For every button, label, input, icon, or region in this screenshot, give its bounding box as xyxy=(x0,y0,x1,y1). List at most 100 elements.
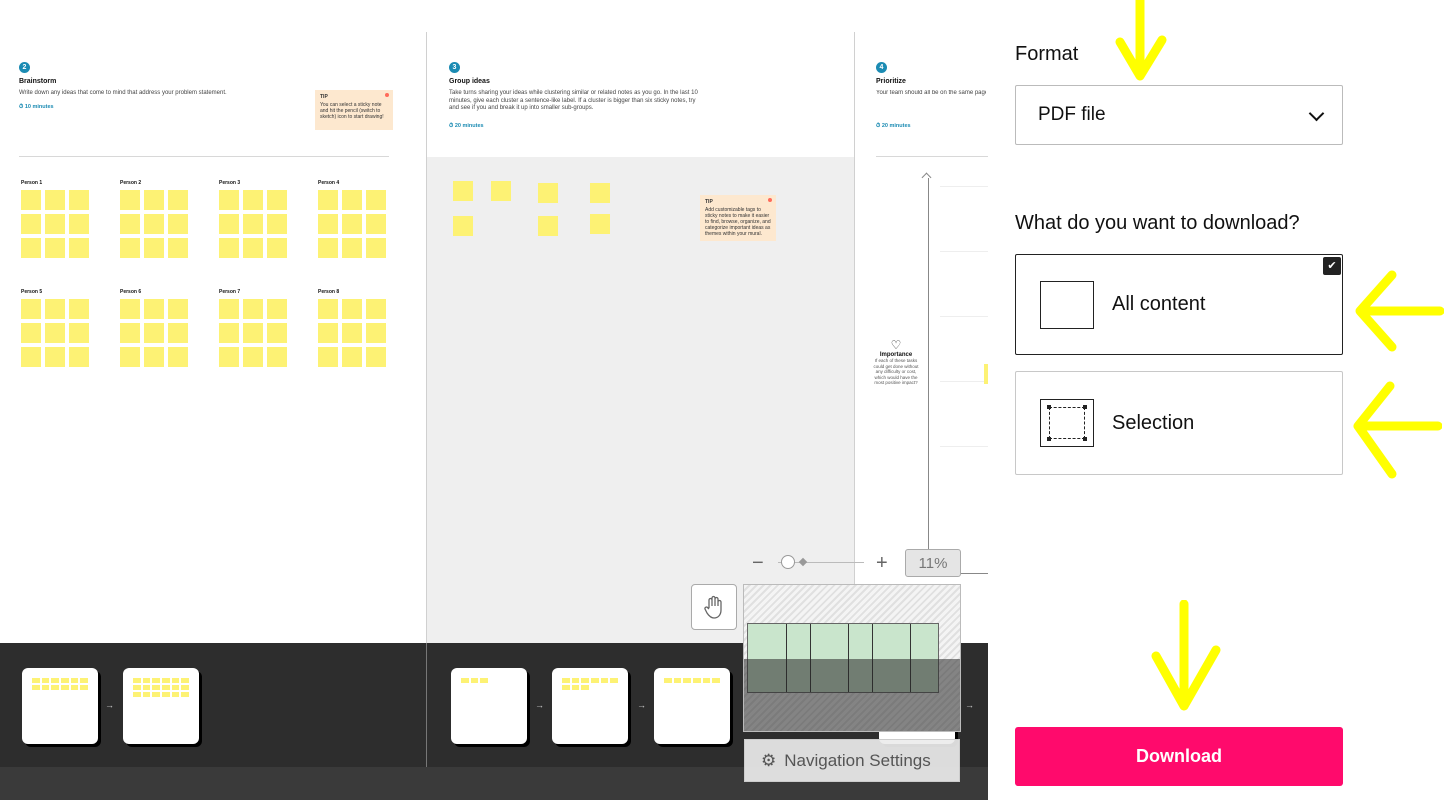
chevron-down-icon xyxy=(1308,105,1325,122)
format-select[interactable]: PDF file xyxy=(1015,85,1343,145)
download-button[interactable]: Download xyxy=(1015,727,1343,786)
selection-icon xyxy=(1040,399,1094,447)
sticky-note[interactable] xyxy=(69,238,89,258)
frame-time: ⏱ 20 minutes xyxy=(449,123,484,129)
importance-axis xyxy=(928,178,929,573)
navigation-settings-button[interactable]: ⚙ Navigation Settings xyxy=(744,739,960,782)
tip-title: TIP xyxy=(705,199,713,205)
sticky-note[interactable] xyxy=(491,181,511,201)
time-text: 20 minutes xyxy=(454,123,484,129)
person-label: Person 5 xyxy=(21,289,43,295)
zoom-out-button[interactable]: − xyxy=(752,552,764,575)
sticky-note[interactable] xyxy=(69,190,89,210)
time-text: 20 minutes xyxy=(881,123,911,129)
mural-canvas[interactable]: 2 Brainstorm Write down any ideas that c… xyxy=(0,0,988,800)
outline-thumbnail[interactable] xyxy=(654,668,730,744)
person-label: Person 8 xyxy=(318,289,340,295)
arrow-right-icon: → xyxy=(965,700,974,710)
frame-description: Write down any ideas that come to mind t… xyxy=(19,90,227,96)
sticky-note[interactable] xyxy=(45,190,65,210)
frame-title-group-ideas: Group ideas xyxy=(449,78,490,85)
person-label: Person 3 xyxy=(219,180,241,186)
annotation-arrow-icon xyxy=(1151,600,1221,711)
annotation-arrow-icon xyxy=(1353,381,1442,479)
divider xyxy=(876,156,988,157)
person-label: Person 6 xyxy=(120,289,142,295)
outline-thumbnail[interactable] xyxy=(552,668,628,744)
annotation-arrow-icon xyxy=(1115,0,1167,81)
frame-description: Take turns sharing your ideas while clus… xyxy=(449,90,698,111)
outline-thumbnail[interactable] xyxy=(451,668,527,744)
hand-icon xyxy=(704,595,722,619)
grouping-area xyxy=(427,157,854,644)
sticky-note[interactable] xyxy=(45,214,65,234)
axis-arrow-icon xyxy=(921,172,932,183)
person-label: Person 1 xyxy=(21,180,43,186)
importance-label-block: ♡ Importance If each of these tasks coul… xyxy=(870,338,922,386)
step-number-2: 2 xyxy=(19,62,30,73)
checkmark-icon: ✔ xyxy=(1323,257,1341,275)
frame-title-brainstorm: Brainstorm xyxy=(19,78,57,85)
all-content-icon xyxy=(1040,280,1094,329)
sticky-grid-person-1 xyxy=(21,190,89,258)
sticky-grid-person-5 xyxy=(21,299,89,367)
divider xyxy=(19,156,389,157)
minimap[interactable] xyxy=(743,584,961,732)
arrow-right-icon: → xyxy=(105,700,114,710)
outline-thumbnail[interactable] xyxy=(22,668,98,744)
frame-time: ⏱ 10 minutes xyxy=(19,104,54,110)
grid-line xyxy=(940,251,988,252)
sticky-note[interactable] xyxy=(45,238,65,258)
outline-thumbnail[interactable] xyxy=(123,668,199,744)
sticky-grid-person-8 xyxy=(318,299,386,367)
tip-note[interactable]: TIP You can select a sticky note and hit… xyxy=(315,90,393,130)
zoom-slider-handle[interactable] xyxy=(781,555,795,569)
option-all-content[interactable]: All content ✔ xyxy=(1015,254,1343,355)
sticky-grid-person-4 xyxy=(318,190,386,258)
sticky-note[interactable] xyxy=(538,183,558,203)
tip-text: Add customizable tags to sticky notes to… xyxy=(705,207,771,237)
grid-line xyxy=(940,186,988,187)
arrow-right-icon: → xyxy=(637,700,646,710)
heart-icon: ♡ xyxy=(890,338,902,352)
sticky-note[interactable] xyxy=(69,214,89,234)
format-label: Format xyxy=(1015,43,1079,65)
sticky-note[interactable] xyxy=(453,216,473,236)
person-label: Person 4 xyxy=(318,180,340,186)
grid-line xyxy=(940,381,988,382)
sticky-note[interactable] xyxy=(21,238,41,258)
strip-separator xyxy=(426,643,427,767)
pin-icon xyxy=(768,198,772,202)
sticky-note[interactable] xyxy=(590,214,610,234)
tip-note[interactable]: TIP Add customizable tags to sticky note… xyxy=(700,195,776,241)
tip-text: You can select a sticky note and hit the… xyxy=(320,102,384,120)
person-label: Person 2 xyxy=(120,180,142,186)
option-all-content-label: All content xyxy=(1112,293,1206,315)
sticky-grid-person-7 xyxy=(219,299,287,367)
sticky-grid-person-6 xyxy=(120,299,188,367)
pan-tool-button[interactable] xyxy=(691,584,737,630)
zoom-in-button[interactable]: + xyxy=(876,552,888,575)
sticky-note[interactable] xyxy=(21,190,41,210)
sticky-note[interactable] xyxy=(453,181,473,201)
zoom-level-field[interactable]: 11% xyxy=(905,549,961,577)
frame-title-prioritize: Prioritize xyxy=(876,78,906,85)
canvas-top-strip xyxy=(0,0,988,32)
format-select-value: PDF file xyxy=(1038,104,1106,125)
gear-icon: ⚙ xyxy=(761,750,777,770)
step-number-4: 4 xyxy=(876,62,887,73)
download-question: What do you want to download? xyxy=(1015,212,1300,234)
step-number-3: 3 xyxy=(449,62,460,73)
pin-icon xyxy=(385,93,389,97)
time-text: 10 minutes xyxy=(24,104,54,110)
sticky-note[interactable] xyxy=(590,183,610,203)
tip-title: TIP xyxy=(320,94,328,100)
option-selection[interactable]: Selection xyxy=(1015,371,1343,475)
arrow-right-icon: → xyxy=(535,700,544,710)
person-label: Person 7 xyxy=(219,289,241,295)
sticky-grid-person-2 xyxy=(120,190,188,258)
navigation-settings-label: Navigation Settings xyxy=(784,750,931,770)
minimap-outline-shade xyxy=(744,659,960,731)
sticky-note[interactable] xyxy=(21,214,41,234)
sticky-note[interactable] xyxy=(538,216,558,236)
